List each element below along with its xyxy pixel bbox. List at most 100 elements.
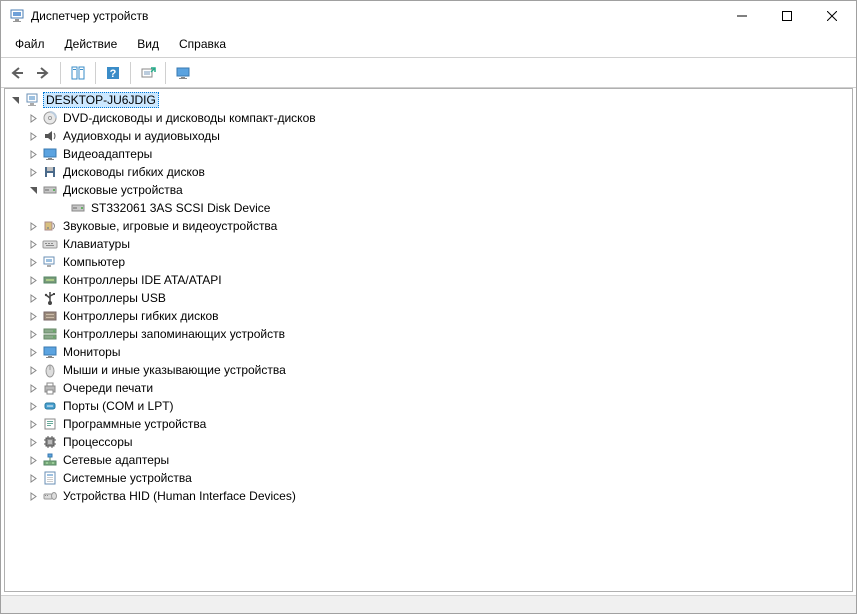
tree-category-label: Системные устройства — [61, 471, 194, 485]
device-tree: DESKTOP-JU6JDIG DVD-дисководы и дисковод… — [5, 89, 852, 507]
tree-category[interactable]: Очереди печати — [5, 379, 852, 397]
mouse-icon — [41, 362, 59, 378]
tree-category[interactable]: Программные устройства — [5, 415, 852, 433]
tree-category[interactable]: Контроллеры IDE ATA/ATAPI — [5, 271, 852, 289]
minimize-button[interactable] — [719, 2, 764, 30]
tree-category[interactable]: Видеоадаптеры — [5, 145, 852, 163]
tree-category-label: Дисковые устройства — [61, 183, 185, 197]
ide-icon — [41, 272, 59, 288]
toolbar-back-button[interactable] — [5, 61, 29, 85]
tree-category-label: Процессоры — [61, 435, 135, 449]
tree-category-label: Очереди печати — [61, 381, 155, 395]
expand-icon[interactable] — [25, 380, 41, 396]
tree-category[interactable]: Звуковые, игровые и видеоустройства — [5, 217, 852, 235]
tree-category-label: Мониторы — [61, 345, 122, 359]
expand-icon[interactable] — [25, 488, 41, 504]
keyboard-icon — [41, 236, 59, 252]
tree-category[interactable]: Дисководы гибких дисков — [5, 163, 852, 181]
tree-category-label: Дисководы гибких дисков — [61, 165, 207, 179]
toolbar-scan-button[interactable] — [136, 61, 160, 85]
cpu-icon — [41, 434, 59, 450]
app-icon — [9, 8, 25, 24]
statusbar — [1, 595, 856, 613]
expand-icon[interactable] — [25, 290, 41, 306]
tree-category-label: Порты (COM и LPT) — [61, 399, 176, 413]
expand-icon[interactable] — [25, 182, 41, 198]
toolbar-monitor-button[interactable] — [171, 61, 195, 85]
expand-icon[interactable] — [25, 416, 41, 432]
svg-text:?: ? — [110, 68, 117, 80]
tree-category[interactable]: Компьютер — [5, 253, 852, 271]
floppy-icon — [41, 164, 59, 180]
toolbar-forward-button[interactable] — [31, 61, 55, 85]
tree-category[interactable]: Сетевые адаптеры — [5, 451, 852, 469]
tree-category[interactable]: Мыши и иные указывающие устройства — [5, 361, 852, 379]
expand-icon[interactable] — [25, 128, 41, 144]
expand-icon[interactable] — [25, 236, 41, 252]
expand-icon[interactable] — [25, 218, 41, 234]
tree-device[interactable]: ST332061 3AS SCSI Disk Device — [5, 199, 852, 217]
tree-category[interactable]: Устройства HID (Human Interface Devices) — [5, 487, 852, 505]
tree-root[interactable]: DESKTOP-JU6JDIG — [5, 91, 852, 109]
expand-icon[interactable] — [25, 272, 41, 288]
tree-category[interactable]: Мониторы — [5, 343, 852, 361]
computer-icon — [41, 254, 59, 270]
tree-category[interactable]: Контроллеры USB — [5, 289, 852, 307]
tree-category-label: Звуковые, игровые и видеоустройства — [61, 219, 279, 233]
expand-icon[interactable] — [25, 398, 41, 414]
tree-category[interactable]: Контроллеры запоминающих устройств — [5, 325, 852, 343]
menu-file[interactable]: Файл — [7, 33, 53, 55]
tree-category-label: Программные устройства — [61, 417, 208, 431]
expand-icon[interactable] — [25, 452, 41, 468]
tree-category-label: Мыши и иные указывающие устройства — [61, 363, 288, 377]
device-manager-window: Диспетчер устройств Файл Действие Вид Сп… — [0, 0, 857, 614]
system-icon — [41, 470, 59, 486]
toolbar-show-hide-button[interactable] — [66, 61, 90, 85]
tree-category[interactable]: Процессоры — [5, 433, 852, 451]
maximize-button[interactable] — [764, 2, 809, 30]
expand-icon[interactable] — [25, 254, 41, 270]
toolbar-separator — [60, 62, 61, 84]
tree-category[interactable]: Порты (COM и LPT) — [5, 397, 852, 415]
expand-icon[interactable] — [25, 308, 41, 324]
expand-icon[interactable] — [25, 344, 41, 360]
menu-view[interactable]: Вид — [129, 33, 167, 55]
expand-icon[interactable] — [25, 326, 41, 342]
toolbar-separator — [165, 62, 166, 84]
close-button[interactable] — [809, 2, 854, 30]
tree-category[interactable]: Дисковые устройства — [5, 181, 852, 199]
tree-category-label: DVD-дисководы и дисководы компакт-дисков — [61, 111, 318, 125]
tree-category-label: Устройства HID (Human Interface Devices) — [61, 489, 298, 503]
expand-icon[interactable] — [25, 434, 41, 450]
toolbar-help-button[interactable]: ? — [101, 61, 125, 85]
expand-icon[interactable] — [25, 470, 41, 486]
port-icon — [41, 398, 59, 414]
floppyctrl-icon — [41, 308, 59, 324]
tree-category[interactable]: DVD-дисководы и дисководы компакт-дисков — [5, 109, 852, 127]
expand-icon[interactable] — [25, 110, 41, 126]
window-title: Диспетчер устройств — [31, 9, 719, 23]
expand-icon[interactable] — [25, 146, 41, 162]
expand-icon[interactable] — [25, 362, 41, 378]
expand-icon[interactable] — [7, 92, 23, 108]
tree-category[interactable]: Аудиовходы и аудиовыходы — [5, 127, 852, 145]
display-icon — [41, 146, 59, 162]
tree-root-label: DESKTOP-JU6JDIG — [43, 92, 159, 108]
hdd-icon — [69, 200, 87, 216]
tree-category-label: Компьютер — [61, 255, 127, 269]
hdd-icon — [41, 182, 59, 198]
computer-icon — [23, 92, 41, 108]
expand-icon[interactable] — [25, 164, 41, 180]
menu-action[interactable]: Действие — [57, 33, 126, 55]
tree-category[interactable]: Клавиатуры — [5, 235, 852, 253]
menubar: Файл Действие Вид Справка — [1, 31, 856, 58]
tree-category[interactable]: Системные устройства — [5, 469, 852, 487]
speaker-icon — [41, 128, 59, 144]
menu-help[interactable]: Справка — [171, 33, 234, 55]
tree-category[interactable]: Контроллеры гибких дисков — [5, 307, 852, 325]
tree-category-label: Сетевые адаптеры — [61, 453, 171, 467]
tree-category-label: Контроллеры запоминающих устройств — [61, 327, 287, 341]
toolbar-separator — [130, 62, 131, 84]
disc-icon — [41, 110, 59, 126]
tree-content[interactable]: DESKTOP-JU6JDIG DVD-дисководы и дисковод… — [4, 88, 853, 592]
